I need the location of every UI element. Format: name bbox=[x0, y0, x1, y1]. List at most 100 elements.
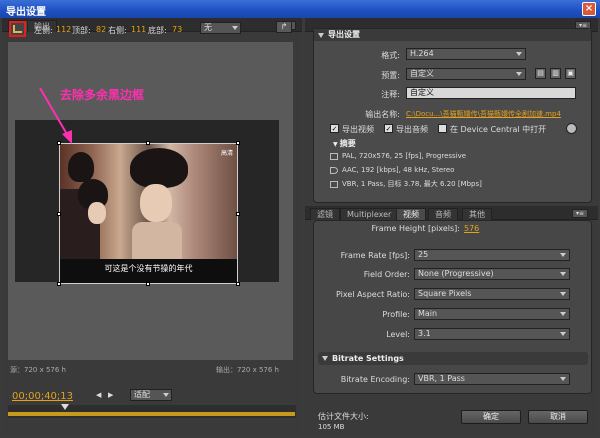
close-button[interactable]: × bbox=[582, 2, 596, 16]
crop-top-label: 顶部: bbox=[72, 26, 91, 35]
bitrate-encoding-select[interactable]: VBR, 1 Pass bbox=[414, 373, 570, 385]
chevron-down-icon bbox=[560, 332, 566, 336]
export-video-checkbox[interactable]: ✓ bbox=[330, 124, 339, 133]
chevron-down-icon bbox=[560, 292, 566, 296]
comment-input[interactable]: 自定义 bbox=[406, 87, 576, 99]
output-info: 输出：720 x 576 h bbox=[216, 366, 279, 374]
summary-bitrate-line: VBR, 1 Pass, 目标 3.78, 最大 6.20 [Mbps] bbox=[330, 179, 482, 189]
output-name-link[interactable]: C:\Docu...\吾猫甄嬛传\吾猫甄嬛传全剧加速.mp4 bbox=[406, 109, 582, 119]
work-area-bar[interactable] bbox=[8, 412, 295, 416]
tab-multiplexer[interactable]: Multiplexer bbox=[340, 208, 399, 220]
pixel-aspect-select[interactable]: Square Pixels bbox=[414, 288, 570, 300]
crop-left-label: 左侧: bbox=[34, 26, 53, 35]
chevron-down-icon bbox=[560, 377, 566, 381]
crop-right-value[interactable]: 111 bbox=[131, 25, 146, 34]
bitrate-encoding-label: Bitrate Encoding: bbox=[340, 375, 410, 384]
crop-handle-tr[interactable] bbox=[236, 141, 240, 145]
device-central-checkbox[interactable] bbox=[438, 124, 447, 133]
bitrate-settings-header[interactable]: Bitrate Settings bbox=[318, 352, 588, 365]
tab-audio[interactable]: 音频 bbox=[428, 208, 458, 220]
device-central-label: 在 Device Central 中打开 bbox=[450, 125, 547, 134]
mark-out-icon[interactable]: ▶ bbox=[108, 391, 118, 401]
crop-bottom-label: 底部: bbox=[148, 26, 167, 35]
crop-handle-bl[interactable] bbox=[57, 282, 61, 286]
ok-button[interactable]: 确定 bbox=[461, 410, 521, 424]
tab-video[interactable]: 视频 bbox=[396, 208, 426, 220]
tab-other[interactable]: 其他 bbox=[462, 208, 492, 220]
video-image bbox=[60, 144, 237, 259]
chevron-down-icon bbox=[560, 312, 566, 316]
collapse-triangle-icon bbox=[322, 356, 328, 361]
chevron-down-icon bbox=[516, 72, 522, 76]
estimated-size-value: 105 MB bbox=[318, 423, 345, 431]
crop-handle-tm[interactable] bbox=[146, 141, 150, 145]
video-settings-section bbox=[313, 220, 592, 394]
frame-rate-select[interactable]: 25 bbox=[414, 249, 570, 261]
crop-right-label: 右侧: bbox=[108, 26, 127, 35]
level-label: Level: bbox=[386, 330, 410, 339]
preset-label: 预置: bbox=[381, 71, 400, 80]
summary-header[interactable]: ▼ 摘要 bbox=[333, 138, 356, 149]
chevron-down-icon bbox=[560, 253, 566, 257]
chevron-down-icon bbox=[516, 52, 522, 56]
chevron-down-icon bbox=[232, 26, 238, 30]
timecode[interactable]: 00;00;40;13 bbox=[12, 391, 73, 402]
profile-label: Profile: bbox=[382, 310, 410, 319]
chevron-down-icon bbox=[163, 393, 169, 397]
crop-ratio-select[interactable]: 无 bbox=[200, 22, 241, 34]
crop-handle-mr[interactable] bbox=[236, 212, 240, 216]
mark-in-icon[interactable]: ◀ bbox=[96, 391, 106, 401]
export-settings-header[interactable]: 导出设置 bbox=[314, 29, 591, 41]
delete-preset-icon[interactable]: ▣ bbox=[565, 68, 576, 79]
crop-tool-icon[interactable] bbox=[9, 21, 26, 37]
video-frame[interactable]: 高清 可这是个没有节操的年代 bbox=[59, 143, 238, 284]
video-tab-menu-button[interactable]: ▾≡ bbox=[572, 209, 588, 218]
crop-top-value[interactable]: 82 bbox=[96, 25, 106, 34]
frame-rate-label: Frame Rate [fps]: bbox=[340, 251, 410, 260]
channel-logo: 高清 bbox=[220, 150, 233, 157]
field-order-label: Field Order: bbox=[363, 270, 410, 279]
zoom-value: 适配 bbox=[134, 390, 150, 399]
frame-height-label: Frame Height [pixels]: bbox=[371, 224, 461, 233]
crop-left-value[interactable]: 112 bbox=[56, 25, 71, 34]
source-info: 源：720 x 576 h bbox=[10, 366, 66, 374]
bitrate-summary-icon bbox=[330, 180, 338, 188]
audio-summary-icon bbox=[330, 166, 338, 174]
format-label: 格式: bbox=[381, 51, 400, 60]
crop-bottom-value[interactable]: 73 bbox=[172, 25, 182, 34]
device-central-icon[interactable] bbox=[566, 123, 577, 134]
zoom-select[interactable]: 适配 bbox=[130, 389, 172, 401]
frame-height-value[interactable]: 576 bbox=[464, 224, 479, 233]
output-name-label: 输出名称: bbox=[365, 110, 400, 119]
import-preset-icon[interactable]: ▥ bbox=[550, 68, 561, 79]
chevron-down-icon bbox=[560, 272, 566, 276]
crop-handle-br[interactable] bbox=[236, 282, 240, 286]
level-select[interactable]: 3.1 bbox=[414, 328, 570, 340]
pixel-aspect-label: Pixel Aspect Ratio: bbox=[336, 290, 410, 299]
profile-select[interactable]: Main bbox=[414, 308, 570, 320]
crop-handle-ml[interactable] bbox=[57, 212, 61, 216]
title-bar: 导出设置 × bbox=[0, 0, 600, 18]
video-subtitle: 可这是个没有节操的年代 bbox=[104, 264, 193, 273]
export-audio-checkbox[interactable]: ✓ bbox=[384, 124, 393, 133]
cancel-button[interactable]: 取消 bbox=[528, 410, 588, 424]
video-summary-icon bbox=[330, 152, 338, 160]
swap-arrow-icon[interactable]: ↱ bbox=[276, 21, 292, 33]
export-video-label: 导出视频 bbox=[342, 125, 374, 134]
summary-audio-line: AAC, 192 [kbps], 48 kHz, Stereo bbox=[330, 166, 454, 174]
preset-select[interactable]: 自定义 bbox=[406, 68, 526, 80]
save-preset-icon[interactable]: ▤ bbox=[535, 68, 546, 79]
playhead[interactable] bbox=[61, 404, 69, 410]
crop-ratio-value: 无 bbox=[204, 23, 212, 32]
collapse-triangle-icon bbox=[318, 33, 324, 38]
annotation-text: 去除多余黑边框 bbox=[60, 88, 145, 102]
format-select[interactable]: H.264 bbox=[406, 48, 526, 60]
comment-label: 注释: bbox=[381, 90, 400, 99]
crop-handle-bm[interactable] bbox=[146, 282, 150, 286]
summary-video-line: PAL, 720x576, 25 [fps], Progressive bbox=[330, 152, 466, 160]
estimated-size-label: 估计文件大小: bbox=[318, 412, 369, 421]
field-order-select[interactable]: None (Progressive) bbox=[414, 268, 570, 280]
window-title: 导出设置 bbox=[6, 7, 46, 18]
tab-filters[interactable]: 滤镜 bbox=[310, 208, 340, 220]
export-audio-label: 导出音频 bbox=[396, 125, 428, 134]
